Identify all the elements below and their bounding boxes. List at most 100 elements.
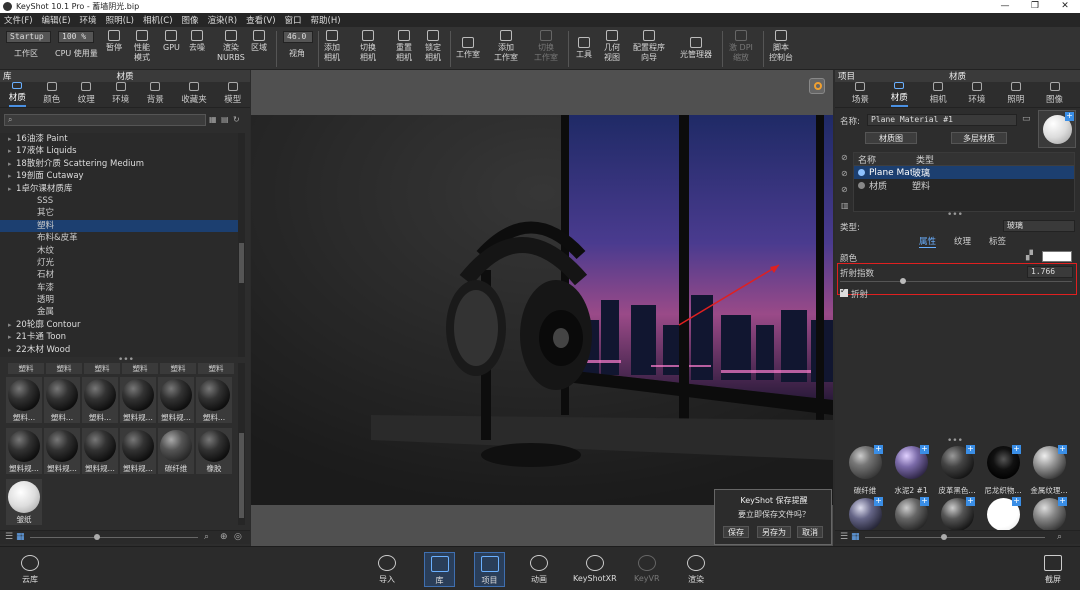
add-icon[interactable]: + bbox=[874, 445, 883, 454]
material-thumbnail[interactable]: + 水泥2 #1 bbox=[889, 444, 933, 496]
save-button[interactable]: 保存 bbox=[723, 526, 749, 538]
material-thumbnail[interactable]: 塑料规... bbox=[82, 428, 118, 474]
cpu-usage-button[interactable]: CPU 使用量 bbox=[55, 49, 98, 59]
geometry-view-button[interactable]: 几何 视图 bbox=[604, 30, 620, 63]
material-thumbnail[interactable]: 塑料规... bbox=[6, 428, 42, 474]
region-button[interactable]: 区域 bbox=[251, 30, 267, 53]
tree-subfolder[interactable]: 灯光 bbox=[0, 257, 238, 269]
grid-view-icon[interactable]: ▦ bbox=[16, 532, 25, 542]
settings-icon[interactable]: ◎ bbox=[234, 532, 242, 542]
splitter-handle[interactable]: ••• bbox=[947, 210, 963, 220]
material-thumbnail[interactable]: + bbox=[935, 496, 979, 530]
list-view-icon[interactable]: ☰ bbox=[840, 532, 848, 542]
subtab-labels[interactable]: 标签 bbox=[989, 235, 1006, 248]
expand-arrow-icon[interactable]: ▸ bbox=[8, 133, 16, 145]
minimize-button[interactable]: — bbox=[990, 0, 1020, 13]
multi-material-button[interactable]: 多层材质 bbox=[951, 132, 1007, 144]
switch-studio-button[interactable]: 切换 工作室 bbox=[534, 30, 558, 63]
tab-library-colors[interactable]: 颜色 bbox=[43, 82, 60, 107]
tree-subfolder[interactable]: 金属 bbox=[0, 306, 238, 318]
configurator-wizard-button[interactable]: 配置程序 向导 bbox=[633, 30, 665, 63]
menu-render[interactable]: 渲染(R) bbox=[208, 14, 238, 26]
add-camera-button[interactable]: 添加 相机 bbox=[324, 30, 340, 63]
add-icon[interactable]: + bbox=[1058, 445, 1067, 454]
expand-arrow-icon[interactable]: ▸ bbox=[8, 319, 16, 331]
expand-arrow-icon[interactable]: ▸ bbox=[8, 170, 16, 182]
tab-material[interactable]: 材质 bbox=[890, 82, 908, 107]
subtab-textures[interactable]: 纹理 bbox=[954, 235, 971, 248]
workspace-select[interactable]: Startup bbox=[6, 31, 51, 43]
tab-environment[interactable]: 环境 bbox=[968, 82, 985, 107]
link-icon[interactable]: ⊘ bbox=[841, 150, 851, 166]
library-button[interactable]: 库 bbox=[424, 552, 455, 587]
studio-button[interactable]: 工作室 bbox=[456, 37, 480, 60]
pause-button[interactable]: 暂停 bbox=[106, 30, 122, 53]
keyvr-button[interactable]: KeyVR bbox=[634, 555, 660, 583]
animation-button[interactable]: 动画 bbox=[530, 555, 548, 585]
column-name[interactable]: 名称 bbox=[854, 153, 912, 166]
material-thumbnail[interactable]: 塑料... bbox=[44, 377, 80, 423]
unlink-icon[interactable]: ⊘ bbox=[841, 182, 851, 198]
refresh-icon[interactable]: ↻ bbox=[233, 115, 240, 124]
denoise-button[interactable]: 去噪 bbox=[189, 30, 205, 53]
material-thumbnail[interactable]: + bbox=[981, 496, 1025, 530]
subtab-properties[interactable]: 属性 bbox=[919, 235, 937, 248]
type-select[interactable]: 玻璃 bbox=[1003, 220, 1075, 232]
material-list-row[interactable]: Plane Mat 玻璃 bbox=[854, 166, 1074, 179]
material-thumbnail[interactable]: 塑料... bbox=[6, 377, 42, 423]
search-options-icon[interactable]: ▦ bbox=[209, 115, 217, 124]
tree-subfolder[interactable]: 其它 bbox=[0, 207, 238, 219]
add-icon[interactable]: + bbox=[920, 445, 929, 454]
tab-library-favorites[interactable]: 收藏夹 bbox=[181, 82, 207, 107]
expand-arrow-icon[interactable]: ▸ bbox=[8, 183, 16, 195]
dpi-scaling-button[interactable]: 激 DPI 缩放 bbox=[729, 30, 753, 63]
material-thumbnail[interactable]: 塑料规... bbox=[44, 428, 80, 474]
tree-subfolder[interactable]: 布料&皮革 bbox=[0, 232, 238, 244]
thumbnail-size-slider-handle[interactable] bbox=[94, 534, 100, 540]
tree-subfolder[interactable]: 石材 bbox=[0, 269, 238, 281]
performance-mode-button[interactable]: 性能 模式 bbox=[134, 30, 150, 63]
tree-folder[interactable]: ▸ 1卓尔课材质库 bbox=[0, 183, 238, 195]
tree-folder[interactable]: ▸ 20轮廓 Contour bbox=[0, 319, 238, 331]
color-swatch[interactable] bbox=[1042, 251, 1072, 262]
add-icon[interactable]: + bbox=[1012, 445, 1021, 454]
cloud-library-button[interactable]: 云库 bbox=[21, 555, 39, 585]
render-viewport[interactable] bbox=[251, 70, 833, 546]
render-status-icon[interactable] bbox=[809, 78, 825, 94]
tab-lighting[interactable]: 照明 bbox=[1007, 82, 1024, 107]
project-button[interactable]: 项目 bbox=[474, 552, 505, 587]
material-name-field[interactable]: Plane Material #1 bbox=[867, 114, 1017, 126]
menu-edit[interactable]: 编辑(E) bbox=[42, 14, 71, 26]
filter-icon[interactable]: ▤ bbox=[221, 115, 229, 124]
maximize-button[interactable]: ❐ bbox=[1020, 0, 1050, 13]
menu-lighting[interactable]: 照明(L) bbox=[106, 14, 134, 26]
add-icon[interactable]: + bbox=[874, 497, 883, 506]
tools-button[interactable]: 工具 bbox=[576, 37, 592, 60]
ior-slider-handle[interactable] bbox=[899, 278, 906, 284]
tab-library-models[interactable]: 模型 bbox=[224, 82, 241, 107]
expand-arrow-icon[interactable]: ▸ bbox=[8, 344, 16, 356]
tree-subfolder[interactable]: 木纹 bbox=[0, 245, 238, 257]
add-studio-button[interactable]: 添加 工作室 bbox=[494, 30, 518, 63]
material-list-row[interactable]: 材质 塑料 bbox=[854, 179, 1074, 192]
workspace-button[interactable]: 工作区 bbox=[14, 49, 38, 59]
menu-view[interactable]: 查看(V) bbox=[246, 14, 275, 26]
thumbnail-size-slider-handle[interactable] bbox=[941, 534, 947, 540]
material-thumbnail[interactable]: + bbox=[1027, 496, 1071, 530]
material-graph-button[interactable]: 材质图 bbox=[865, 132, 917, 144]
upload-icon[interactable]: ⊕ bbox=[220, 532, 228, 542]
material-thumbnail[interactable]: 塑料规... bbox=[120, 377, 156, 423]
material-thumbnail[interactable]: 皱纸 bbox=[6, 479, 42, 525]
link-icon[interactable]: ⊘ bbox=[841, 166, 851, 182]
grid-view-icon[interactable]: ▦ bbox=[851, 532, 860, 542]
column-type[interactable]: 类型 bbox=[912, 153, 934, 166]
refraction-checkbox[interactable]: ✓ bbox=[840, 286, 848, 297]
material-preview[interactable]: + bbox=[1038, 110, 1076, 148]
screenshot-button[interactable]: 截屏 bbox=[1044, 555, 1062, 585]
thumbs-scrollbar-thumb[interactable] bbox=[239, 433, 244, 518]
material-thumbnail[interactable]: + bbox=[843, 496, 887, 530]
material-thumbnail[interactable]: 塑料... bbox=[82, 377, 118, 423]
material-thumbnail[interactable]: + bbox=[889, 496, 933, 530]
menu-window[interactable]: 窗口 bbox=[285, 14, 302, 26]
delete-icon[interactable]: ▥ bbox=[841, 198, 851, 214]
